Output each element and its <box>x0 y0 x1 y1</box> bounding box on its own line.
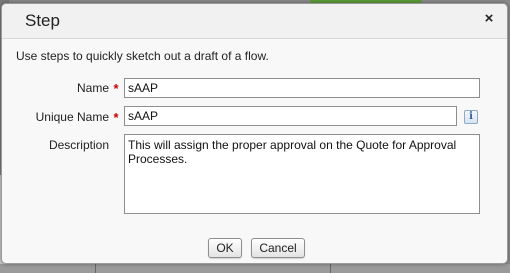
dialog-header: Step × <box>2 4 507 39</box>
step-dialog: Step × Use steps to quickly sketch out a… <box>1 3 508 264</box>
backdrop-bottom-strip <box>0 264 510 273</box>
close-icon[interactable]: × <box>482 11 496 27</box>
backdrop-divider <box>330 264 331 273</box>
cancel-button[interactable]: Cancel <box>251 238 305 258</box>
name-required-marker: * <box>113 81 119 96</box>
name-input[interactable] <box>124 78 480 98</box>
dialog-intro-text: Use steps to quickly sketch out a draft … <box>16 49 269 63</box>
unique-name-input[interactable] <box>124 106 457 126</box>
backdrop-divider <box>95 264 96 273</box>
description-textarea[interactable]: This will assign the proper approval on … <box>124 134 480 214</box>
info-icon[interactable]: i <box>464 110 478 124</box>
unique-name-label: Unique Name <box>35 110 109 124</box>
dialog-title: Step <box>25 11 60 30</box>
name-label: Name <box>76 81 109 95</box>
unique-name-required-marker: * <box>113 110 119 125</box>
ok-button[interactable]: OK <box>208 238 242 258</box>
description-label: Description <box>48 138 109 152</box>
